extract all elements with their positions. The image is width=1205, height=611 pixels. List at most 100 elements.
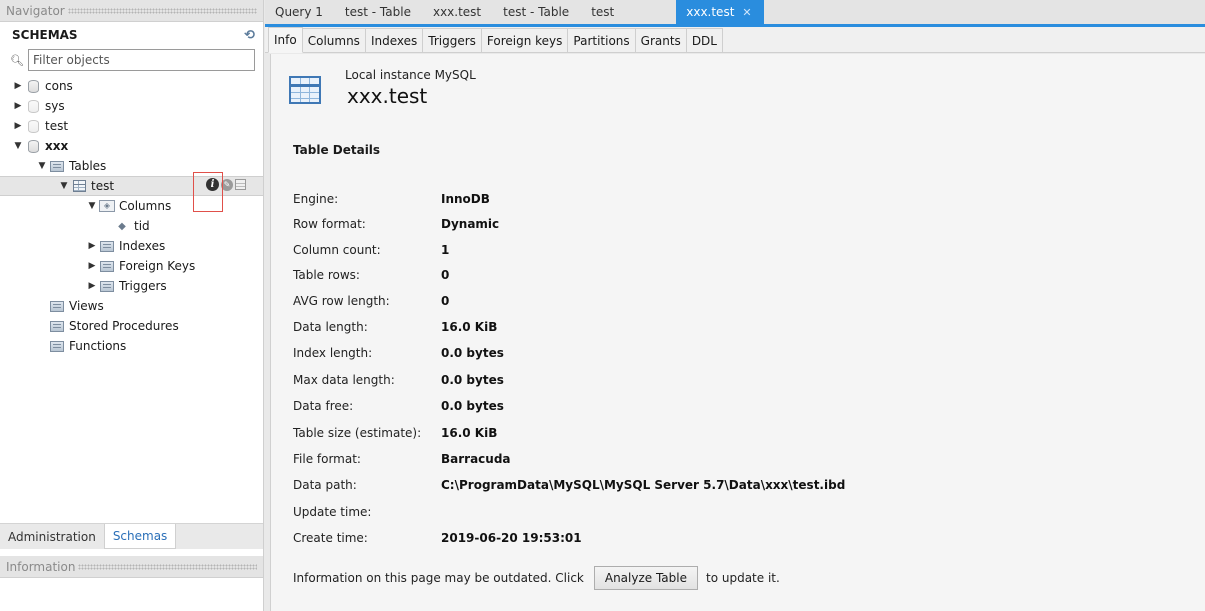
expand-arrow-icon[interactable]: ▶ [86,281,98,291]
detail-value: 0 [441,268,450,282]
detail-key: Column count: [293,243,381,257]
tree-node-tables[interactable]: ▼ Tables [0,156,263,176]
search-icon: 🔍︎ [10,53,24,67]
tree-node-functions[interactable]: Functions [0,336,263,356]
header-grip [78,563,257,570]
tree-label: Foreign Keys [119,259,196,273]
collapse-arrow-icon[interactable]: ▼ [12,141,24,151]
database-icon [27,99,39,113]
detail-key: Data path: [293,478,357,492]
expand-arrow-icon[interactable]: ▶ [12,121,24,131]
tree-node-test[interactable]: ▶ test [0,116,263,136]
tab-columns[interactable]: Columns [301,28,366,52]
detail-value: 0 [441,294,450,308]
doc-tab-xxx-test[interactable]: xxx.test [423,0,493,24]
detail-key: Update time: [293,505,372,519]
tree-node-stored-procedures[interactable]: Stored Procedures [0,316,263,336]
tab-schemas[interactable]: Schemas [103,524,177,549]
tab-info[interactable]: Info [268,27,303,53]
doc-tab-query-1[interactable]: Query 1 [265,0,335,24]
folder-icon [50,340,64,352]
detail-row-table-rows: Table rows: 0 [293,265,449,285]
schema-tree: ▶ cons ▶ sys ▶ test ▼ xxx ▼ Tables ▼ tes… [0,76,263,356]
expand-arrow-icon[interactable]: ▶ [86,241,98,251]
detail-key: Data free: [293,399,354,413]
expand-arrow-icon[interactable]: ▶ [12,101,24,111]
detail-key: Create time: [293,531,368,545]
filter-objects-input[interactable] [28,49,255,71]
navigator-bottom-tabs: Administration Schemas [0,523,263,549]
doc-tab-xxx-test-active[interactable]: xxx.test ✕ [676,0,764,24]
database-icon [27,119,39,133]
tree-node-cons[interactable]: ▶ cons [0,76,263,96]
expand-arrow-icon[interactable]: ▶ [12,81,24,91]
doc-tab-test-table-2[interactable]: test - Table [493,0,581,24]
detail-value: 0.0 bytes [441,373,504,387]
instance-name: Local instance MySQL [345,68,476,82]
tab-grants[interactable]: Grants [634,28,687,52]
tree-node-triggers[interactable]: ▶ Triggers [0,276,263,296]
outdated-notice: Information on this page may be outdated… [293,566,780,590]
tree-node-column-tid[interactable]: ◆ tid [0,216,263,236]
close-icon[interactable]: ✕ [742,6,751,19]
tree-node-sys[interactable]: ▶ sys [0,96,263,116]
object-name: xxx.test [347,84,428,108]
detail-key: AVG row length: [293,294,390,308]
tab-ddl[interactable]: DDL [685,28,723,52]
table-icon [289,76,321,104]
detail-key: Table size (estimate): [293,426,422,440]
tab-administration[interactable]: Administration [0,524,104,549]
tree-label: cons [45,79,73,93]
filter-row: 🔍︎ [0,48,263,72]
detail-row-update-time: Update time: [293,502,441,522]
database-icon [27,139,39,153]
notice-suffix: to update it. [706,571,780,585]
navigator-header: Navigator [0,0,263,22]
folder-icon [100,260,114,272]
detail-row-file-format: File format: Barracuda [293,449,511,469]
tree-label: Stored Procedures [69,319,179,333]
tab-triggers[interactable]: Triggers [422,28,482,52]
tree-label: Triggers [119,279,167,293]
detail-value: Barracuda [441,452,511,466]
detail-row-data-length: Data length: 16.0 KiB [293,317,497,337]
analyze-table-button[interactable]: Analyze Table [593,566,698,590]
folder-icon [100,280,114,292]
expand-arrow-icon[interactable]: ▶ [86,261,98,271]
tab-indexes[interactable]: Indexes [364,28,424,52]
collapse-arrow-icon[interactable]: ▼ [58,181,70,191]
collapse-arrow-icon[interactable]: ▼ [36,161,48,171]
navigator-panel: Navigator SCHEMAS ⟲ 🔍︎ ▶ cons ▶ sys ▶ te… [0,0,264,611]
navigator-title: Navigator [6,3,65,18]
refresh-icon[interactable]: ⟲ [244,28,255,43]
tree-label: Views [69,299,104,313]
notice-prefix: Information on this page may be outdated… [293,571,584,585]
columns-folder-icon: ◈ [99,200,115,212]
detail-key: Row format: [293,217,366,231]
tree-node-indexes[interactable]: ▶ Indexes [0,236,263,256]
table-data-icon[interactable] [235,179,246,190]
wrench-icon[interactable]: ✎ [221,178,233,191]
folder-icon [100,240,114,252]
detail-row-engine: Engine: InnoDB [293,189,490,209]
collapse-arrow-icon[interactable]: ▼ [86,201,98,211]
doc-tab-test[interactable]: test [581,0,626,24]
tree-node-columns[interactable]: ▼ ◈ Columns [0,196,263,216]
detail-key: Table rows: [293,268,360,282]
tab-partitions[interactable]: Partitions [567,28,636,52]
tree-label: tid [134,219,150,233]
tree-node-table-test[interactable]: ▼ test i ✎ [0,176,263,196]
detail-row-column-count: Column count: 1 [293,240,449,260]
tree-node-views[interactable]: Views [0,296,263,316]
detail-value: InnoDB [441,192,490,206]
doc-tab-test-table[interactable]: test - Table [335,0,423,24]
detail-value: 16.0 KiB [441,426,498,440]
tree-label: xxx [45,139,69,153]
tree-node-foreign-keys[interactable]: ▶ Foreign Keys [0,256,263,276]
tab-foreign-keys[interactable]: Foreign keys [480,28,569,52]
database-icon [27,79,39,93]
folder-icon [50,160,64,172]
tree-node-xxx[interactable]: ▼ xxx [0,136,263,156]
info-icon[interactable]: i [206,178,219,191]
row-actions: i ✎ [206,178,246,191]
